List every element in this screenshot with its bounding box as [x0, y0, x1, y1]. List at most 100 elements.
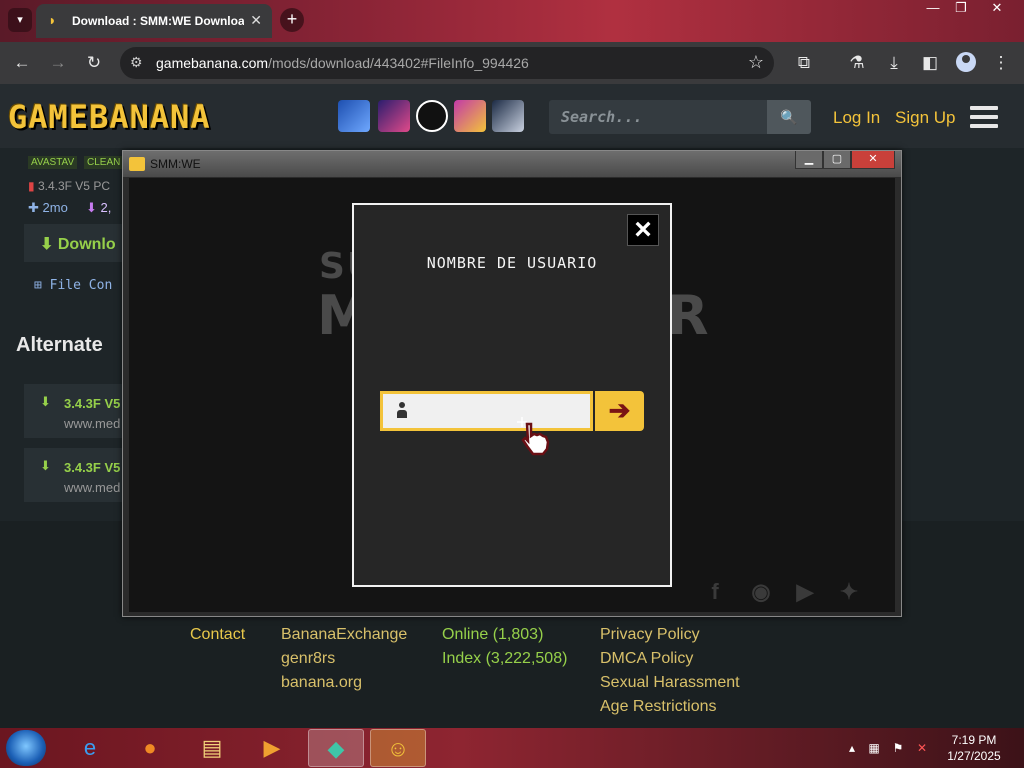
alt-item-title: 3.4.3F V5	[64, 460, 121, 475]
dialog-title: NOMBRE DE USUARIO	[426, 254, 598, 272]
footer-age-restrictions-link[interactable]: Age Restrictions	[600, 698, 717, 716]
site-search-input[interactable]: Search...	[549, 100, 767, 134]
footer-genr8rs-link[interactable]: genr8rs	[281, 650, 335, 668]
footer-online-link[interactable]: Online (1,803)	[442, 626, 543, 644]
tab-title: Download : SMM:WE Download	[72, 14, 244, 28]
volume-muted-icon[interactable]: ✕	[914, 740, 930, 756]
smash-bros-game-icon[interactable]	[416, 100, 448, 132]
sonic-game-icon[interactable]	[338, 100, 370, 132]
file-meta: ▮ 3.4.3F V5 PC	[28, 179, 110, 193]
side-panel-icon[interactable]: ◧	[919, 52, 941, 74]
facebook-icon[interactable]: f	[699, 578, 731, 606]
age-text: ✚ 2mo	[28, 200, 68, 215]
smmwe-taskbar-icon[interactable]: ☺	[370, 729, 426, 767]
site-logo[interactable]: GAMEBANANA	[8, 98, 211, 136]
twitter-icon[interactable]: ✦	[833, 578, 865, 606]
footer-harassment-link[interactable]: Sexual Harassment	[600, 674, 740, 692]
alt-download-row[interactable]: ⬇ 3.4.3F V5 www.med	[24, 448, 124, 502]
footer-bananaexchange-link[interactable]: BananaExchange	[281, 626, 407, 644]
minimize-window-button[interactable]: —	[918, 0, 948, 18]
submit-button[interactable]: ➔	[595, 391, 644, 431]
site-header: GAMEBANANA Search... 🔍 Log In Sign Up	[0, 84, 1024, 148]
footer-index-link[interactable]: Index (3,222,508)	[442, 650, 567, 668]
youtube-icon[interactable]: ▶	[789, 578, 821, 606]
download-arrow-icon: ⬇	[86, 200, 97, 215]
app-close-button[interactable]: ✕	[851, 151, 895, 169]
downloads-count: ⬇ 2,	[86, 200, 112, 215]
close-window-button[interactable]: ✕	[982, 0, 1012, 18]
clock-time[interactable]: 7:19 PM	[944, 733, 1004, 747]
network-icon[interactable]: ▦	[866, 740, 882, 756]
browser-tab-strip: ▾ ◗ Download : SMM:WE Download ✕ + — ❐ ✕	[0, 0, 1024, 42]
alt-download-arrow-icon: ⬇	[40, 458, 51, 473]
deltarune-game-icon[interactable]	[378, 100, 410, 132]
address-bar[interactable]: ⚙ gamebanana.com/mods/download/443402#Fi…	[120, 47, 774, 79]
hand-cursor-icon	[517, 417, 550, 456]
alternate-heading: Alternate	[16, 334, 103, 356]
start-button[interactable]	[6, 730, 46, 766]
bg-title-fragment: R	[667, 284, 711, 347]
signup-link[interactable]: Sign Up	[895, 108, 955, 128]
close-icon[interactable]: ×	[627, 214, 659, 246]
search-placeholder: Search...	[561, 108, 643, 126]
footer-contact-link[interactable]: Contact	[190, 626, 245, 644]
extensions-icon[interactable]: ⧉	[793, 52, 815, 74]
reload-icon[interactable]: ↻	[83, 52, 105, 74]
clock-date[interactable]: 1/27/2025	[944, 749, 1004, 763]
arrow-right-icon: ➔	[608, 395, 631, 425]
badge-clean: CLEAN	[84, 156, 124, 169]
forward-arrow-icon[interactable]: →	[47, 52, 69, 74]
badge-avastav: AVASTAV	[28, 156, 78, 169]
username-field[interactable]	[380, 391, 593, 431]
alt-download-row[interactable]: ⬇ 3.4.3F V5 www.med	[24, 384, 124, 438]
plus-icon: ✚	[28, 200, 39, 215]
tray-expand-icon[interactable]: ▴	[844, 740, 860, 756]
labs-flask-icon[interactable]: ⚗	[846, 52, 868, 74]
footer-privacy-link[interactable]: Privacy Policy	[600, 626, 700, 644]
url-text: gamebanana.com/mods/download/443402#File…	[156, 55, 529, 71]
restore-window-button[interactable]: ❐	[946, 0, 976, 18]
anime-game-icon[interactable]	[492, 100, 524, 132]
back-arrow-icon[interactable]: ←	[11, 52, 33, 74]
file-icon: ▮	[28, 179, 35, 193]
file-contents-link[interactable]: ⊞ File Con	[34, 278, 112, 293]
profile-avatar-icon[interactable]	[956, 52, 976, 72]
alt-item-sub: www.med	[64, 416, 121, 431]
url-path: /mods/download/443402#FileInfo_994426	[268, 55, 529, 71]
app-title: SMM:WE	[150, 157, 201, 171]
url-host: gamebanana.com	[156, 55, 269, 71]
firefox-icon[interactable]: ●	[122, 729, 178, 767]
discord-icon[interactable]: ◉	[745, 578, 777, 606]
internet-explorer-icon[interactable]: e	[62, 729, 118, 767]
browser-tab[interactable]: ◗ Download : SMM:WE Download ✕	[36, 4, 272, 38]
browser-taskbar-icon[interactable]: ◆	[308, 729, 364, 767]
download-button[interactable]: ⬇ Downlo	[24, 224, 124, 262]
banana-favicon-icon: ◗	[48, 12, 57, 28]
search-button[interactable]: 🔍	[767, 100, 811, 134]
file-explorer-icon[interactable]: ▤	[184, 729, 240, 767]
new-tab-button[interactable]: +	[280, 8, 304, 32]
alt-item-title: 3.4.3F V5	[64, 396, 121, 411]
app-maximize-button[interactable]: ▢	[823, 151, 851, 169]
tab-search-button[interactable]: ▾	[8, 8, 32, 32]
hamburger-menu-icon[interactable]	[970, 106, 998, 128]
footer-dmca-link[interactable]: DMCA Policy	[600, 650, 693, 668]
flag-icon[interactable]: ⚑	[890, 740, 906, 756]
footer-banana-org-link[interactable]: banana.org	[281, 674, 362, 692]
menu-kebab-icon[interactable]: ⋮	[990, 52, 1012, 74]
site-info-icon[interactable]: ⚙	[130, 54, 143, 71]
search-icon: 🔍	[780, 109, 798, 125]
login-link[interactable]: Log In	[833, 108, 880, 128]
app-minimize-button[interactable]: ▁	[795, 151, 823, 169]
bookmark-star-icon[interactable]: ☆	[748, 52, 764, 73]
smmwe-app-icon	[129, 157, 145, 171]
media-player-icon[interactable]: ▶	[244, 729, 300, 767]
app-titlebar[interactable]: SMM:WE ▁ ▢ ✕	[123, 151, 901, 177]
username-input[interactable]	[415, 398, 585, 424]
rivals-game-icon[interactable]	[454, 100, 486, 132]
downloads-icon[interactable]: ⤓	[883, 52, 905, 74]
download-label: ⬇ Downlo	[40, 236, 116, 253]
close-tab-icon[interactable]: ✕	[250, 12, 262, 29]
browser-toolbar: ← → ↻ ⚙ gamebanana.com/mods/download/443…	[0, 42, 1024, 84]
windows-taskbar: e ● ▤ ▶ ◆ ☺ ▴ ▦ ⚑ ✕ 7:19 PM 1/27/2025	[0, 728, 1024, 768]
